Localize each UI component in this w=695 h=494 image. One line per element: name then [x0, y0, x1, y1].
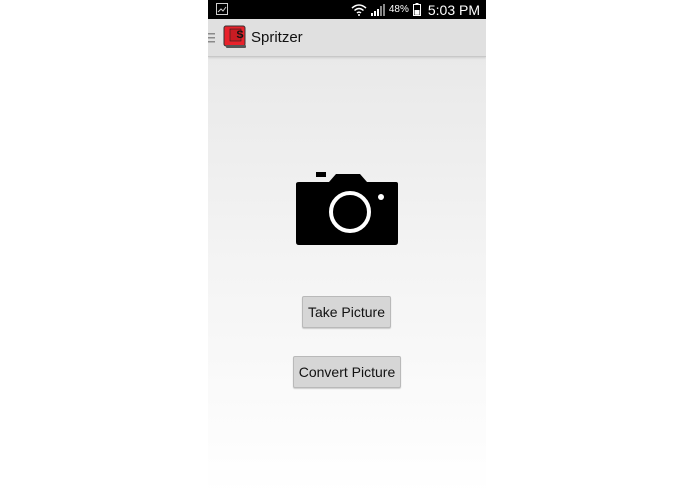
- wifi-icon: [351, 3, 367, 16]
- app-title: Spritzer: [251, 29, 303, 46]
- app-logo-letter: S: [236, 29, 244, 41]
- camera-icon: [296, 172, 398, 245]
- convert-picture-button[interactable]: Convert Picture: [293, 356, 401, 388]
- phone-screen: 48% 5:03 PM S Spritzer Take Picture Conv…: [208, 0, 486, 494]
- status-icons: 48% 5:03 PM: [351, 0, 480, 19]
- battery-icon: [412, 3, 421, 16]
- take-picture-button[interactable]: Take Picture: [302, 296, 391, 328]
- status-clock: 5:03 PM: [427, 1, 480, 18]
- status-bar: 48% 5:03 PM: [208, 0, 486, 19]
- gallery-notification-icon: [216, 3, 228, 15]
- signal-icon: [370, 3, 385, 16]
- drawer-menu-icon[interactable]: [208, 32, 216, 43]
- battery-percent: 48%: [388, 4, 409, 15]
- action-bar: S Spritzer: [208, 19, 486, 57]
